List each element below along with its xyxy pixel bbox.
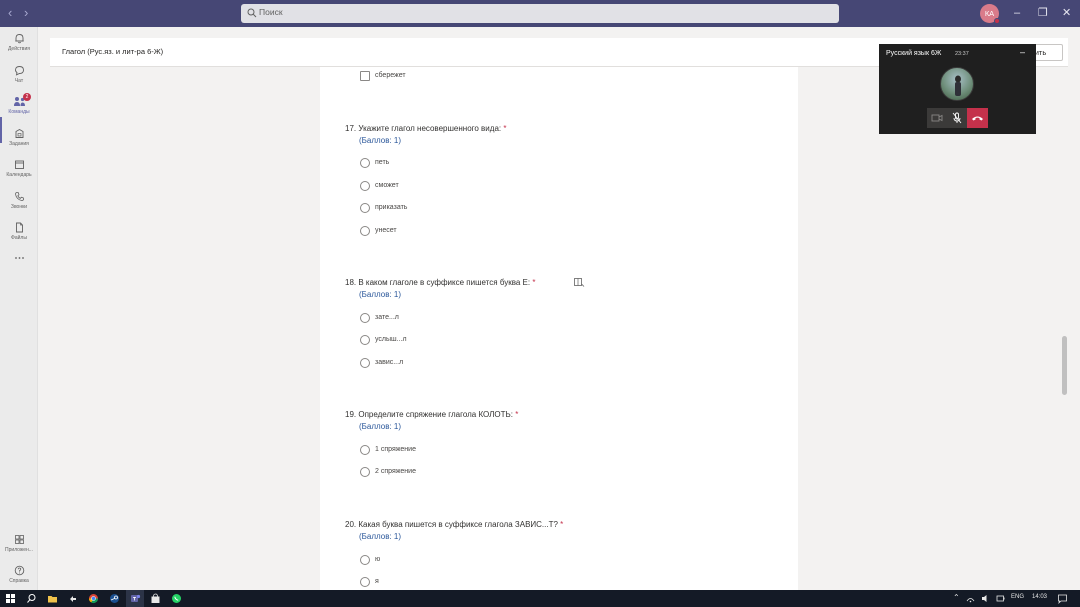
search-icon [247,8,257,18]
hang-up-button[interactable] [967,108,988,128]
rail-item-apps[interactable]: Приложен... [0,534,38,553]
camera-button[interactable] [927,108,947,128]
minimize-call-button[interactable]: – [1020,47,1025,57]
radio-button[interactable] [360,445,370,455]
apps-icon [14,535,24,544]
status-dot [994,18,1000,24]
rail-item-chat[interactable]: Чат [0,65,38,84]
required-mark: * [515,410,519,419]
steam-icon[interactable] [109,593,120,604]
chrome-icon[interactable] [88,593,99,604]
rail-item-help[interactable]: Справка [0,565,38,584]
app-icon[interactable] [67,593,78,604]
call-title: Русский язык 6Ж [886,50,942,57]
user-avatar[interactable]: КА [980,4,1000,24]
page-title: Глагол (Рус.яз. и лит-ра 6-Ж) [62,47,164,56]
whatsapp-icon[interactable] [171,593,182,604]
radio-button[interactable] [360,203,370,213]
camera-off-icon [931,114,943,122]
rail-item-files[interactable]: Файлы [0,222,38,241]
call-window[interactable]: Русский язык 6Ж 23:37 – [879,44,1036,134]
volume-icon[interactable] [981,593,990,604]
mic-button[interactable] [947,108,967,128]
required-mark: * [532,278,536,287]
question-title: 18. В каком глаголе в суффиксе пишется б… [345,278,531,287]
participant-avatar [940,67,974,101]
bell-icon [14,34,24,44]
assignments-icon [15,128,23,138]
app-rail: Действия Чат 2 Команды Задания Календарь… [0,27,38,590]
tray-chevron-icon[interactable]: ⌃ [953,593,960,602]
question-points: (Баллов: 1) [359,422,402,431]
required-mark: * [503,124,507,133]
back-arrow-icon[interactable]: ‹ [8,6,12,20]
radio-button[interactable] [360,577,370,587]
file-icon [15,222,23,233]
radio-button[interactable] [360,358,370,368]
network-icon[interactable] [966,593,975,604]
radio-button[interactable] [360,467,370,477]
person-photo [955,75,961,96]
notification-badge: 2 [23,93,31,101]
required-mark: * [560,520,564,529]
teams-icon[interactable] [130,593,141,604]
hang-up-icon [972,116,983,121]
rail-item-more[interactable] [0,255,38,261]
radio-button[interactable] [360,555,370,565]
question-title: 19. Определите спряжение глагола КОЛОТЬ: [345,410,513,419]
question-points: (Баллов: 1) [359,136,402,145]
search-icon[interactable] [26,593,37,604]
question-17: 17. Укажите глагол несовершенного вида: … [345,124,506,145]
search-input[interactable]: Поиск [241,4,839,23]
radio-button[interactable] [360,158,370,168]
rail-item-teams[interactable]: 2 Команды [0,93,38,115]
question-title: 17. Укажите глагол несовершенного вида: [345,124,502,133]
title-bar: ‹ › Поиск КА – ❐ ✕ [0,0,1080,27]
language-indicator[interactable]: ENG [1011,594,1024,600]
mic-off-icon [952,112,962,124]
rail-item-activity[interactable]: Действия [0,33,38,52]
rail-item-calendar[interactable]: Календарь [0,159,38,178]
checkbox[interactable] [360,71,370,81]
scrollbar-thumb[interactable] [1062,336,1067,395]
call-controls [927,108,988,128]
quiz-form: сбережет 17. Укажите глагол несовершенно… [320,67,798,590]
question-18: 18. В каком глаголе в суффиксе пишется б… [345,278,535,299]
windows-start-icon[interactable] [5,593,16,604]
rail-item-assignments[interactable]: Задания [0,128,38,147]
search-placeholder: Поиск [259,7,283,17]
phone-icon [14,192,24,201]
calendar-icon [14,160,24,169]
call-duration: 23:37 [955,51,969,57]
notifications-icon[interactable] [1057,593,1068,604]
radio-button[interactable] [360,181,370,191]
rail-item-calls[interactable]: Звонки [0,191,38,210]
more-icon [14,257,24,259]
file-explorer-icon[interactable] [47,593,58,604]
question-title: 20. Какая буква пишется в суффиксе глаго… [345,520,558,529]
clock[interactable]: 14:03 [1032,594,1047,600]
radio-button[interactable] [360,335,370,345]
minimize-window-icon[interactable]: – [1014,6,1020,20]
question-20: 20. Какая буква пишется в суффиксе глаго… [345,520,563,541]
radio-button[interactable] [360,226,370,236]
question-19: 19. Определите спряжение глагола КОЛОТЬ:… [345,410,518,431]
close-window-icon[interactable]: ✕ [1062,6,1071,20]
chat-icon [14,66,24,76]
restore-window-icon[interactable]: ❐ [1038,6,1048,20]
forward-arrow-icon[interactable]: › [24,6,28,20]
immersive-reader-icon[interactable] [574,278,585,287]
battery-icon[interactable] [996,593,1005,604]
question-points: (Баллов: 1) [359,532,402,541]
taskbar: ⌃ ENG 14:03 [0,590,1080,607]
store-icon[interactable] [150,593,161,604]
question-points: (Баллов: 1) [359,290,402,299]
radio-button[interactable] [360,313,370,323]
help-icon [14,565,24,576]
